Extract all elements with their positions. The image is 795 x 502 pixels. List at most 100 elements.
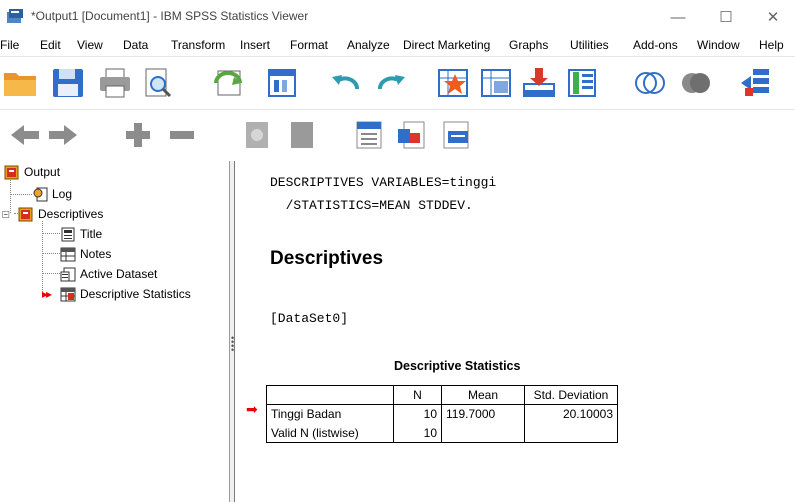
selection-arrow-icon: ▸▸ bbox=[42, 287, 52, 301]
insert-case-button[interactable] bbox=[519, 63, 559, 103]
tree-item-title[interactable]: Title bbox=[60, 225, 102, 243]
syntax-line-2: /STATISTICS=MEAN STDDEV. bbox=[270, 198, 473, 213]
collapse-icon bbox=[170, 131, 194, 139]
collapse-button[interactable] bbox=[162, 115, 202, 155]
collapse-toggle-icon[interactable] bbox=[2, 207, 13, 222]
undo-button[interactable] bbox=[326, 63, 366, 103]
open-button[interactable] bbox=[0, 63, 40, 103]
redo-button[interactable] bbox=[371, 63, 411, 103]
show-all-variables-icon bbox=[741, 69, 769, 96]
value-labels-button[interactable] bbox=[630, 63, 670, 103]
menu-bar: File Edit View Data Transform Insert For… bbox=[0, 34, 795, 57]
tree-label-title: Title bbox=[80, 227, 103, 241]
syntax-line-1: DESCRIPTIVES VARIABLES=tinggi bbox=[270, 175, 497, 190]
dataset-label: [DataSet0] bbox=[270, 311, 349, 326]
save-button[interactable] bbox=[48, 63, 88, 103]
menu-graphs[interactable]: Graphs bbox=[509, 38, 548, 52]
insert-heading-icon bbox=[356, 121, 382, 149]
back-button[interactable] bbox=[5, 115, 45, 155]
tree-item-descriptives[interactable]: Descriptives bbox=[2, 205, 103, 223]
show-icon bbox=[246, 122, 268, 148]
descriptive-statistics-table[interactable]: N Mean Std. Deviation Tinggi Badan 10 11… bbox=[266, 385, 618, 443]
table-title: Descriptive Statistics bbox=[394, 359, 521, 373]
row-label-cell: Valid N (listwise) bbox=[266, 423, 394, 443]
goto-data-button[interactable] bbox=[434, 63, 474, 103]
header-cell: Std. Deviation bbox=[524, 385, 618, 405]
insert-text-icon bbox=[443, 121, 469, 149]
header-cell: N bbox=[393, 385, 442, 405]
menu-analyze[interactable]: Analyze bbox=[347, 38, 390, 52]
export-icon bbox=[214, 70, 242, 96]
close-icon: ✕ bbox=[766, 9, 780, 26]
menu-edit[interactable]: Edit bbox=[40, 38, 61, 52]
value-cell: 10 bbox=[393, 404, 442, 424]
title-bar: *Output1 [Document1] - IBM SPSS Statisti… bbox=[0, 0, 795, 34]
hide-button[interactable] bbox=[282, 115, 322, 155]
maximize-icon: ☐ bbox=[719, 9, 733, 26]
tree-label-output: Output bbox=[24, 165, 61, 179]
menu-add-ons[interactable]: Add-ons bbox=[633, 38, 678, 52]
log-icon bbox=[33, 187, 48, 201]
print-button[interactable] bbox=[95, 63, 135, 103]
show-all-variables-button[interactable] bbox=[736, 63, 776, 103]
tree-item-output[interactable]: Output bbox=[4, 163, 60, 181]
active-dataset-icon bbox=[60, 267, 76, 281]
menu-format[interactable]: Format bbox=[290, 38, 328, 52]
recall-dialog-button[interactable] bbox=[263, 63, 303, 103]
menu-view[interactable]: View bbox=[77, 38, 103, 52]
tree-item-active-dataset[interactable]: Active Dataset bbox=[60, 265, 157, 283]
show-button[interactable] bbox=[237, 115, 277, 155]
tree-item-log[interactable]: Log bbox=[32, 185, 72, 203]
main-toolbar bbox=[0, 57, 795, 110]
section-heading: Descriptives bbox=[270, 248, 384, 269]
insert-title-button[interactable] bbox=[392, 115, 432, 155]
descriptive-statistics-table-icon bbox=[60, 287, 76, 301]
menu-data[interactable]: Data bbox=[123, 38, 148, 52]
forward-button[interactable] bbox=[43, 115, 83, 155]
tree-label-descriptives: Descriptives bbox=[38, 207, 104, 221]
tree-item-descriptive-statistics[interactable]: ▸▸ Descriptive Statistics bbox=[42, 285, 191, 303]
value-cell bbox=[441, 423, 525, 443]
insert-variable-icon bbox=[568, 69, 596, 97]
expand-button[interactable] bbox=[118, 115, 158, 155]
value-cell: 20.10003 bbox=[524, 404, 618, 424]
menu-window[interactable]: Window bbox=[697, 38, 740, 52]
row-label-cell: Tinggi Badan bbox=[266, 404, 394, 424]
descriptives-book-icon bbox=[18, 207, 33, 221]
menu-insert[interactable]: Insert bbox=[240, 38, 270, 52]
header-cell bbox=[266, 385, 394, 405]
title-doc-icon bbox=[61, 227, 75, 241]
goto-variable-button[interactable] bbox=[477, 63, 517, 103]
insert-heading-button[interactable] bbox=[349, 115, 389, 155]
insert-variable-button[interactable] bbox=[562, 63, 602, 103]
maximize-button[interactable]: ☐ bbox=[703, 4, 749, 30]
open-folder-icon bbox=[4, 73, 36, 96]
close-button[interactable]: ✕ bbox=[750, 4, 795, 30]
use-sets-icon bbox=[682, 73, 710, 93]
content-pane: DESCRIPTIVES VARIABLES=tinggi /STATISTIC… bbox=[235, 161, 795, 502]
export-button[interactable] bbox=[209, 63, 249, 103]
print-preview-icon bbox=[145, 68, 172, 98]
hide-icon bbox=[291, 122, 313, 148]
selected-output-arrow-icon: ➡ bbox=[246, 401, 258, 417]
print-preview-button[interactable] bbox=[138, 63, 178, 103]
window-title: *Output1 [Document1] - IBM SPSS Statisti… bbox=[31, 9, 309, 23]
menu-direct-marketing[interactable]: Direct Marketing bbox=[403, 38, 509, 52]
value-cell: 119.7000 bbox=[441, 404, 525, 424]
outline-toolbar bbox=[0, 110, 795, 160]
insert-text-button[interactable] bbox=[436, 115, 476, 155]
menu-file[interactable]: File bbox=[0, 38, 19, 52]
tree-label-descriptive-statistics: Descriptive Statistics bbox=[80, 287, 191, 301]
table-header-row: N Mean Std. Deviation bbox=[266, 385, 618, 405]
tree-connector bbox=[42, 273, 60, 274]
menu-transform[interactable]: Transform bbox=[171, 38, 225, 52]
expand-icon bbox=[126, 123, 150, 147]
value-labels-icon bbox=[635, 72, 665, 94]
insert-title-icon bbox=[398, 121, 425, 149]
goto-variable-icon bbox=[481, 69, 511, 97]
minimize-button[interactable]: — bbox=[655, 4, 701, 30]
tree-item-notes[interactable]: Notes bbox=[60, 245, 111, 263]
use-sets-button[interactable] bbox=[676, 63, 716, 103]
menu-utilities[interactable]: Utilities bbox=[570, 38, 609, 52]
menu-help[interactable]: Help bbox=[759, 38, 784, 52]
